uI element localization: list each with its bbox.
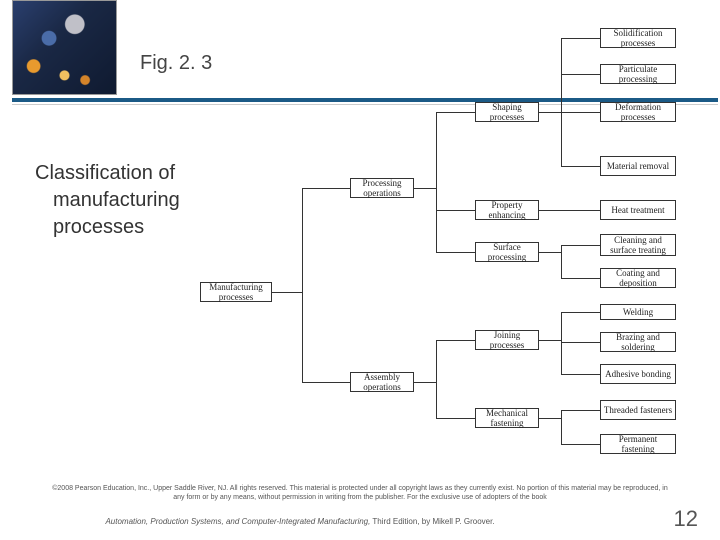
node-solidification: Solidification processes [600, 28, 676, 48]
node-heat-treatment: Heat treatment [600, 200, 676, 220]
node-property-enh: Property enhancing [475, 200, 539, 220]
node-cleaning: Cleaning and surface treating [600, 234, 676, 256]
node-particulate: Particulate processing [600, 64, 676, 84]
book-title-italic: Automation, Production Systems, and Comp… [105, 517, 370, 526]
node-joining: Joining processes [475, 330, 539, 350]
node-processing-ops: Processing operations [350, 178, 414, 198]
node-material-removal: Material removal [600, 156, 676, 176]
book-title-rest: Third Edition, by Mikell P. Groover. [370, 517, 494, 526]
classification-diagram: Manufacturing processes Processing opera… [190, 10, 710, 460]
page-number: 12 [674, 506, 698, 532]
node-deformation: Deformation processes [600, 102, 676, 122]
node-welding: Welding [600, 304, 676, 320]
node-shaping: Shaping processes [475, 102, 539, 122]
copyright-text: ©2008 Pearson Education, Inc., Upper Sad… [0, 484, 720, 502]
node-root: Manufacturing processes [200, 282, 272, 302]
node-threaded: Threaded fasteners [600, 400, 676, 420]
book-citation: Automation, Production Systems, and Comp… [0, 517, 600, 526]
node-adhesive: Adhesive bonding [600, 364, 676, 384]
node-permanent: Permanent fastening [600, 434, 676, 454]
node-assembly-ops: Assembly operations [350, 372, 414, 392]
node-coating: Coating and deposition [600, 268, 676, 288]
node-brazing: Brazing and soldering [600, 332, 676, 352]
node-mech-fastening: Mechanical fastening [475, 408, 539, 428]
node-surface-proc: Surface processing [475, 242, 539, 262]
decorative-thumbnail [12, 0, 117, 95]
